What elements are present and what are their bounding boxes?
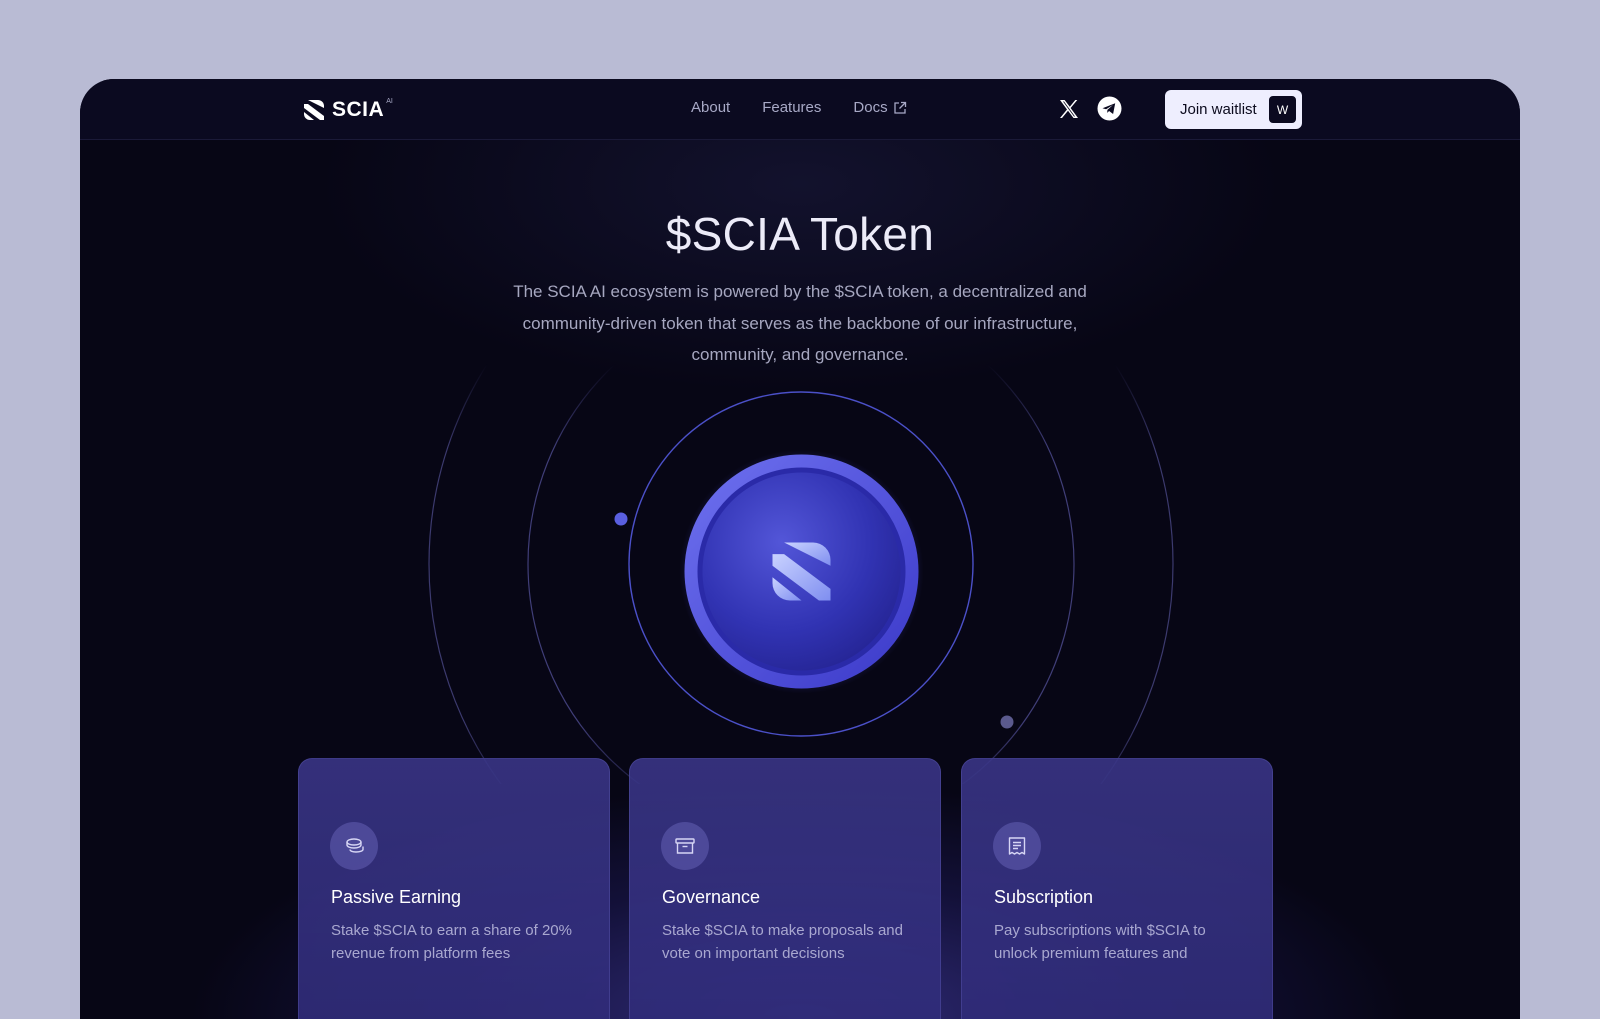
app-frame: SCIA AI About Features Docs Join waitlis… [80,79,1520,1019]
logo-superscript: AI [386,97,393,105]
receipt-icon [1008,837,1026,855]
card-title: Subscription [994,887,1094,907]
orbit-dot [1000,715,1014,729]
card-description: Stake $SCIA to make proposals and vote o… [662,922,903,962]
card-icon-wrap [661,822,709,870]
nav-features[interactable]: Features [762,99,821,116]
nav-about[interactable]: About [691,99,730,116]
telegram-icon[interactable] [1097,96,1122,121]
nav-docs[interactable]: Docs [853,99,906,116]
logo[interactable]: SCIA AI [302,97,397,123]
page-title: $SCIA Token [665,208,935,260]
site-header: SCIA AI About Features Docs Join waitlis… [80,79,1520,140]
card-title: Passive Earning [331,887,462,907]
page-subtitle: The SCIA AI ecosystem is powered by the … [513,282,1087,364]
scia-logo-icon [304,100,324,120]
card-icon-wrap [993,822,1041,870]
card-title: Governance [662,887,761,907]
card-description: Pay subscriptions with $SCIA to unlock p… [994,922,1206,962]
card-description: Stake $SCIA to earn a share of 20% reven… [331,922,572,962]
x-icon[interactable] [1057,97,1081,121]
main-nav: About Features Docs [691,99,907,116]
external-link-icon [893,101,906,114]
orbit-dot [614,512,628,526]
card-icon-wrap [330,822,378,870]
keyboard-shortcut-badge: W [1269,96,1296,123]
coins-icon [346,838,364,853]
join-waitlist-label: Join waitlist [1180,101,1257,118]
logo-text: SCIA [332,98,385,121]
scia-token-coin-icon [679,449,924,694]
archive-box-icon [675,838,695,854]
join-waitlist-button[interactable]: Join waitlist W [1165,90,1302,129]
nav-docs-label: Docs [853,99,888,116]
social-links [1057,96,1122,121]
